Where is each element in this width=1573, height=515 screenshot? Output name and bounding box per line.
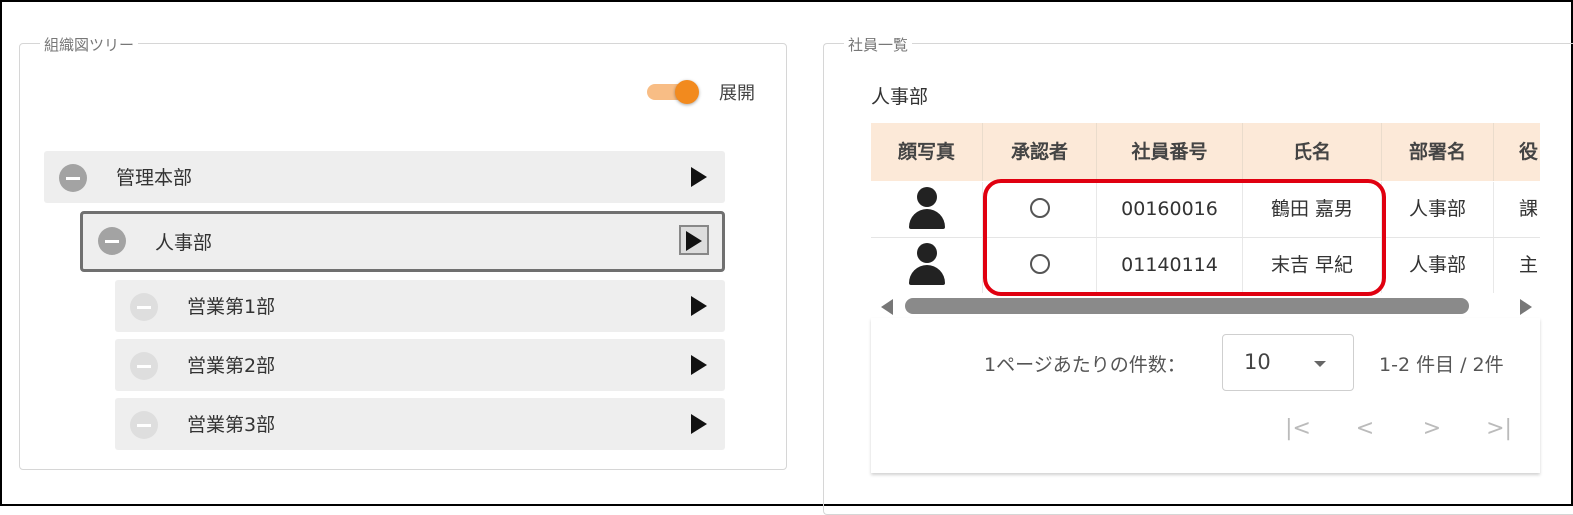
- collapse-icon[interactable]: [98, 227, 126, 255]
- employee-no-cell: 00160016: [1097, 182, 1243, 237]
- last-page-button[interactable]: >|: [1483, 413, 1515, 445]
- collapse-icon[interactable]: [59, 164, 87, 192]
- column-header-department[interactable]: 部署名: [1382, 123, 1494, 181]
- items-per-page-select[interactable]: 10: [1222, 334, 1354, 391]
- column-header-approver[interactable]: 承認者: [983, 123, 1097, 181]
- play-arrow-button[interactable]: [679, 225, 709, 255]
- tree-node-label: 営業第1部: [187, 296, 276, 318]
- tree-node-eigyo-1[interactable]: 営業第1部: [115, 280, 725, 332]
- play-arrow-icon: [686, 231, 702, 251]
- previous-page-button[interactable]: <: [1349, 413, 1381, 445]
- scroll-left-icon[interactable]: [881, 299, 893, 315]
- column-header-name[interactable]: 氏名: [1243, 123, 1382, 181]
- first-page-button[interactable]: |<: [1282, 413, 1314, 445]
- department-title: 人事部: [871, 86, 929, 108]
- play-arrow-icon[interactable]: [691, 167, 707, 187]
- play-arrow-icon[interactable]: [691, 414, 707, 434]
- tree-node-label: 管理本部: [116, 167, 193, 189]
- collapse-icon[interactable]: [130, 293, 158, 321]
- items-per-page-label: 1ページあたりの件数：: [984, 354, 1186, 376]
- photo-cell: [871, 238, 983, 293]
- employee-table: 顔写真 承認者 社員番号 氏名 部署名 役 00160016 鶴田 嘉男 人事部…: [871, 123, 1540, 293]
- employee-no-cell: 01140114: [1097, 238, 1243, 293]
- approver-cell: [983, 182, 1097, 237]
- tree-node-eigyo-3[interactable]: 営業第3部: [115, 398, 725, 450]
- approver-circle-icon: [1029, 253, 1050, 274]
- tree-node-label: 人事部: [155, 232, 213, 254]
- table-row[interactable]: 00160016 鶴田 嘉男 人事部 課: [871, 182, 1540, 238]
- approver-cell: [983, 238, 1097, 293]
- pagination-bar: 1ページあたりの件数： 10 1-2 件目 / 2件 |< < > >|: [871, 318, 1540, 473]
- play-arrow-icon[interactable]: [691, 296, 707, 316]
- employee-list-title: 社員一覧: [844, 34, 913, 55]
- collapse-icon[interactable]: [130, 411, 158, 439]
- approver-circle-icon: [1029, 197, 1050, 218]
- table-header: 顔写真 承認者 社員番号 氏名 部署名 役: [871, 123, 1540, 181]
- department-cell: 人事部: [1382, 238, 1494, 293]
- column-header-photo[interactable]: 顔写真: [871, 123, 983, 181]
- range-label: 1-2 件目 / 2件: [1379, 354, 1504, 376]
- tree-node-jinjibu-selected[interactable]: 人事部: [80, 211, 725, 272]
- role-cell: 主: [1494, 238, 1540, 293]
- role-cell: 課: [1494, 182, 1540, 237]
- expand-toggle[interactable]: [647, 80, 703, 104]
- toggle-thumb: [675, 80, 699, 104]
- play-arrow-icon[interactable]: [691, 355, 707, 375]
- tree-node-eigyo-2[interactable]: 営業第2部: [115, 339, 725, 391]
- person-avatar-icon: [907, 243, 947, 287]
- person-avatar-icon: [907, 187, 947, 231]
- next-page-button[interactable]: >: [1416, 413, 1448, 445]
- tree-node-label: 営業第3部: [187, 414, 276, 436]
- items-per-page-value: 10: [1244, 350, 1271, 374]
- dropdown-caret-icon: [1314, 361, 1326, 367]
- tree-node-kanri-honbu[interactable]: 管理本部: [44, 151, 725, 203]
- name-cell: 末吉 早紀: [1243, 238, 1382, 293]
- column-header-employee-no[interactable]: 社員番号: [1097, 123, 1243, 181]
- expand-toggle-label: 展開: [719, 83, 755, 104]
- table-row[interactable]: 01140114 末吉 早紀 人事部 主: [871, 238, 1540, 293]
- collapse-icon[interactable]: [130, 352, 158, 380]
- scroll-right-icon[interactable]: [1520, 299, 1532, 315]
- org-tree-title: 組織図ツリー: [40, 34, 139, 55]
- tree-node-label: 営業第2部: [187, 355, 276, 377]
- department-cell: 人事部: [1382, 182, 1494, 237]
- horizontal-scrollbar[interactable]: [871, 294, 1540, 318]
- photo-cell: [871, 182, 983, 237]
- scrollbar-thumb[interactable]: [905, 298, 1469, 314]
- name-cell: 鶴田 嘉男: [1243, 182, 1382, 237]
- column-header-role[interactable]: 役: [1494, 123, 1540, 181]
